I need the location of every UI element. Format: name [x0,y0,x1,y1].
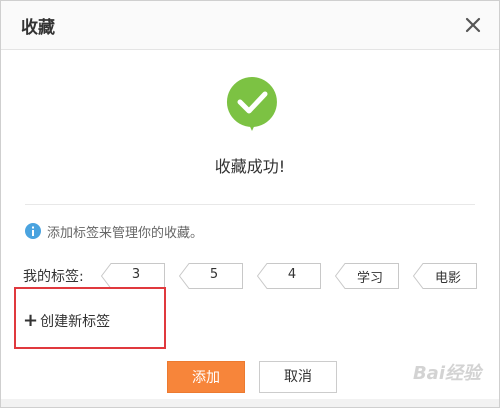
tags-label: 我的标签: [23,269,84,285]
divider [25,204,475,205]
favorites-dialog: 收藏 收藏成功! 添加标签来管理你的收藏。 我的标签: 3 5 4 学习 电影 … [0,0,500,408]
tag-label: 3 [131,267,141,282]
tag-item[interactable]: 电影 [413,263,477,289]
tag-item[interactable]: 5 [179,263,243,289]
dialog-header: 收藏 [1,1,499,50]
tag-label: 电影 [434,271,461,286]
add-button[interactable]: 添加 [167,361,245,393]
plus-icon: + [23,310,39,331]
dialog-title: 收藏 [21,18,55,38]
tag-item[interactable]: 学习 [335,263,399,289]
create-tag-link[interactable]: + 创建新标签 [23,311,110,331]
success-message: 收藏成功! [214,157,286,176]
create-tag-label: 创建新标签 [40,314,111,330]
tag-label: 4 [287,267,297,282]
cancel-button[interactable]: 取消 [259,361,337,393]
tag-item[interactable]: 4 [257,263,321,289]
tag-item[interactable]: 3 [101,263,165,289]
tag-label: 学习 [356,271,383,286]
page-background-strip [1,399,499,407]
tag-label: 5 [209,267,219,282]
hint-row: 添加标签来管理你的收藏。 [25,221,203,241]
info-icon [25,223,41,239]
checkmark-bubble-icon [225,75,279,133]
close-icon[interactable] [461,13,485,37]
watermark-logo: Bai经验 [412,363,481,384]
hint-text: 添加标签来管理你的收藏。 [47,225,204,241]
